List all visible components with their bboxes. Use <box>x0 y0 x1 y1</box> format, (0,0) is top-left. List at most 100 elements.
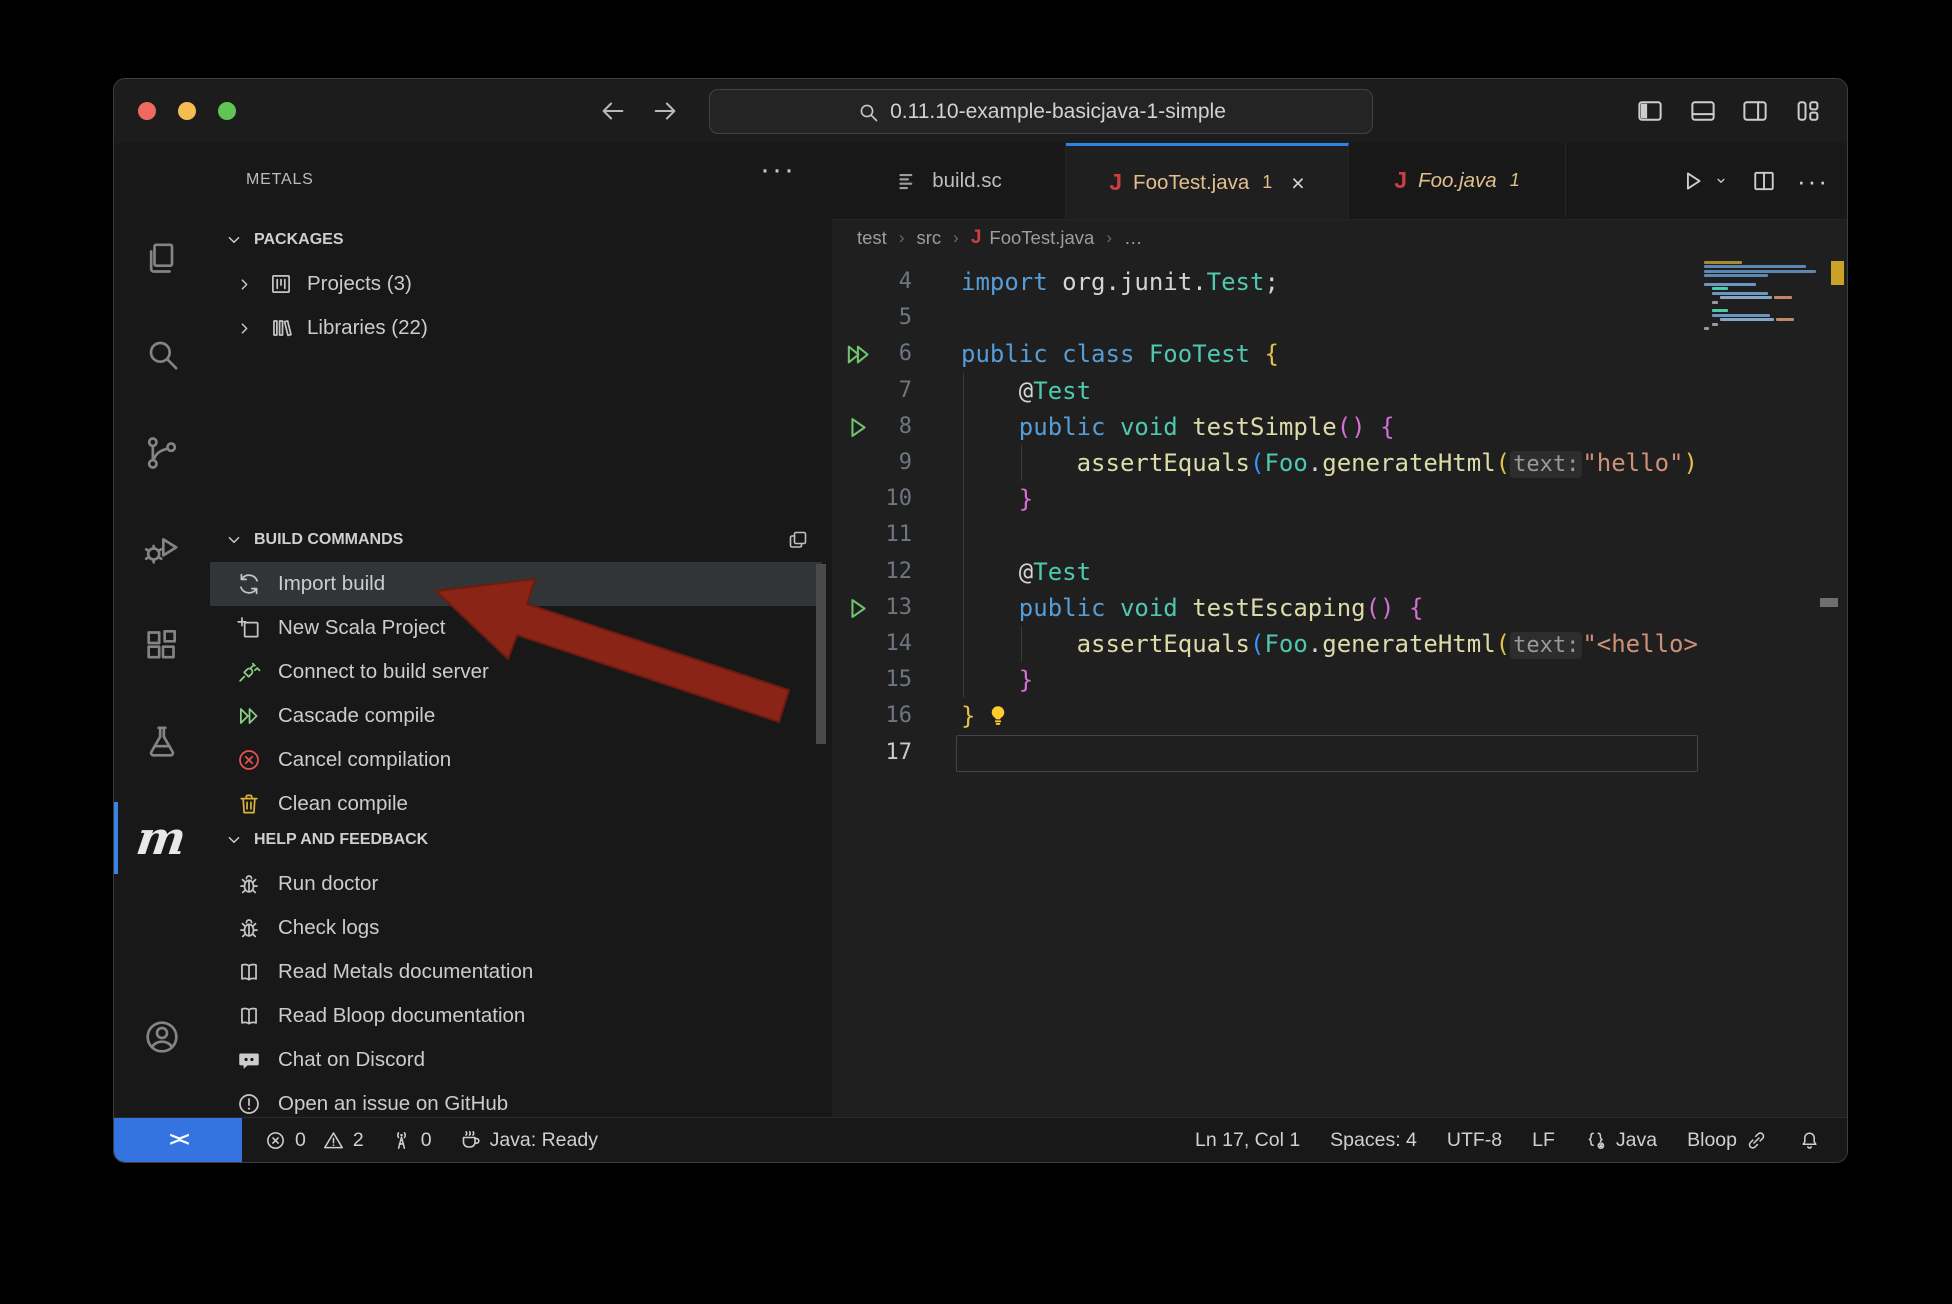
activity-item-metals[interactable]: m <box>114 800 209 876</box>
code-line[interactable]: 12 @Test <box>832 554 1700 590</box>
minimize-window-button[interactable] <box>178 102 196 120</box>
sidebar-item-chat-on-discord[interactable]: Chat on Discord <box>210 1038 822 1082</box>
code-line[interactable]: 10 } <box>832 481 1700 517</box>
close-window-button[interactable] <box>138 102 156 120</box>
minimap-line <box>1712 301 1718 304</box>
breadcrumb-item[interactable]: JFooTest.java <box>971 227 1094 249</box>
status-item-bell[interactable] <box>1798 1129 1821 1152</box>
tab-build-sc[interactable]: build.sc <box>832 143 1066 218</box>
status-item-utf-8[interactable]: UTF-8 <box>1447 1129 1502 1152</box>
lightbulb-icon[interactable] <box>984 702 1012 730</box>
sidebar-more-actions-button[interactable]: ··· <box>760 153 796 187</box>
sidebar-item-label: New Scala Project <box>278 616 445 640</box>
breadcrumb-item[interactable]: src <box>917 227 942 249</box>
split-editor-button[interactable] <box>1750 167 1778 195</box>
run-dropdown-chevron[interactable] <box>1711 171 1731 191</box>
activity-item-beaker[interactable] <box>114 704 209 780</box>
token: public <box>961 594 1120 622</box>
sidebar-scrollbar-thumb[interactable] <box>816 564 826 744</box>
ports-status[interactable]: 0 <box>390 1129 432 1152</box>
code-line[interactable]: 11 <box>832 517 1700 553</box>
code-line[interactable]: 15 } <box>832 662 1700 698</box>
sidebar-item-new-scala-project[interactable]: New Scala Project <box>210 606 822 650</box>
lay1-layout-icon <box>1635 96 1665 126</box>
section-header-help-and-feedback[interactable]: HELP AND FEEDBACK <box>210 818 820 862</box>
code-line[interactable]: 9 assertEquals(Foo.generateHtml(text:"he… <box>832 445 1700 481</box>
code-line[interactable]: 13 public void testEscaping() { <box>832 590 1700 626</box>
status-item-spaces-4[interactable]: Spaces: 4 <box>1330 1129 1417 1152</box>
toggle-primary-sidebar-button[interactable] <box>1635 96 1665 131</box>
search-icon <box>142 334 182 374</box>
breadcrumb-item[interactable]: test <box>857 227 887 249</box>
close-tab-icon[interactable]: × <box>1291 173 1304 193</box>
section-action-button[interactable] <box>786 528 810 552</box>
sidebar-item-read-bloop-documentation[interactable]: Read Bloop documentation <box>210 994 822 1038</box>
sidebar-item-open-an-issue-on-github[interactable]: Open an issue on GitHub <box>210 1082 822 1118</box>
status-item-label: Ln 17, Col 1 <box>1195 1129 1300 1152</box>
sidebar-item-cascade-compile[interactable]: Cascade compile <box>210 694 822 738</box>
activity-item-files[interactable] <box>114 221 209 297</box>
status-item-lf[interactable]: LF <box>1532 1129 1555 1152</box>
activity-item-extensions[interactable] <box>114 607 209 683</box>
activity-item-source-control[interactable] <box>114 415 209 491</box>
code-area[interactable]: 4import org.junit.Test;56public class Fo… <box>832 257 1700 1118</box>
tab-foo-java[interactable]: JFoo.java1 <box>1349 143 1566 218</box>
tab-problem-badge: 1 <box>1262 172 1272 193</box>
code-line[interactable]: 5 <box>832 300 1700 336</box>
token: ( <box>1250 449 1264 477</box>
code-line[interactable]: 6public class FooTest { <box>832 336 1700 372</box>
status-item-ln-17-col-1[interactable]: Ln 17, Col 1 <box>1195 1129 1300 1152</box>
sidebar-item-cancel-compilation[interactable]: Cancel compilation <box>210 738 822 782</box>
sidebar-item-read-metals-documentation[interactable]: Read Metals documentation <box>210 950 822 994</box>
code-line[interactable]: 14 assertEquals(Foo.generateHtml(text:"<… <box>832 626 1700 662</box>
section-header-build-commands[interactable]: BUILD COMMANDS <box>210 518 820 562</box>
library-icon <box>268 315 294 341</box>
token: . <box>1308 449 1322 477</box>
java-status[interactable]: Java: Ready <box>458 1128 598 1152</box>
section-label: BUILD COMMANDS <box>254 531 403 549</box>
code-line[interactable]: 16} <box>832 698 1700 734</box>
metals-sidebar: METALS ··· PACKAGESProjects (3)Libraries… <box>210 143 833 1118</box>
minimap-line <box>1720 318 1774 321</box>
minimap[interactable] <box>1704 261 1836 345</box>
status-item-bloop[interactable]: Bloop <box>1687 1129 1768 1152</box>
tab-footest-java[interactable]: JFooTest.java1× <box>1066 143 1349 219</box>
code-line[interactable]: 4import org.junit.Test; <box>832 264 1700 300</box>
errors-icon <box>264 1129 287 1152</box>
token: { <box>1264 340 1278 368</box>
sidebar-item-import-build[interactable]: Import build <box>210 562 822 606</box>
line-number: 9 <box>858 445 912 481</box>
toggle-panel-button[interactable] <box>1688 96 1718 131</box>
problems-status[interactable]: 0 2 <box>264 1129 364 1152</box>
navigate-back-button[interactable] <box>598 96 628 131</box>
code-line[interactable]: 7 @Test <box>832 373 1700 409</box>
status-item-java[interactable]: Java <box>1585 1129 1657 1152</box>
tab-label: FooTest.java <box>1133 171 1249 195</box>
command-center-search[interactable]: 0.11.10-example-basicjava-1-simple <box>709 89 1373 134</box>
maximize-window-button[interactable] <box>218 102 236 120</box>
sidebar-item-run-doctor[interactable]: Run doctor <box>210 862 822 906</box>
run-java-button[interactable] <box>1678 167 1706 195</box>
code-line[interactable]: 8 public void testSimple() { <box>832 409 1700 445</box>
activity-item-search[interactable] <box>114 316 209 392</box>
sidebar-item-connect-to-build-server[interactable]: Connect to build server <box>210 650 822 694</box>
sidebar-item-check-logs[interactable]: Check logs <box>210 906 822 950</box>
activity-item-account[interactable] <box>114 999 209 1075</box>
breadcrumb-item[interactable]: … <box>1124 227 1143 249</box>
run-play-icon <box>1678 167 1706 195</box>
customize-layout-button[interactable] <box>1793 96 1823 131</box>
section-header-packages[interactable]: PACKAGES <box>210 218 820 262</box>
more-editor-actions-button[interactable]: ··· <box>1797 166 1829 197</box>
token: "hello" <box>1582 449 1683 477</box>
toggle-secondary-sidebar-button[interactable] <box>1740 96 1770 131</box>
activity-item-run-debug[interactable] <box>114 511 209 587</box>
book-icon <box>236 959 262 985</box>
remote-indicator[interactable]: >< <box>114 1118 242 1162</box>
sidebar-item-libraries-22-[interactable]: Libraries (22) <box>210 306 822 350</box>
tab-problem-badge: 1 <box>1510 170 1520 191</box>
navigate-forward-button[interactable] <box>650 96 680 131</box>
sidebar-item-projects-3-[interactable]: Projects (3) <box>210 262 822 306</box>
navigate-back-icon <box>598 96 628 126</box>
sidebar-item-label: Open an issue on GitHub <box>278 1092 508 1116</box>
code-line[interactable]: 17 <box>832 735 1700 771</box>
